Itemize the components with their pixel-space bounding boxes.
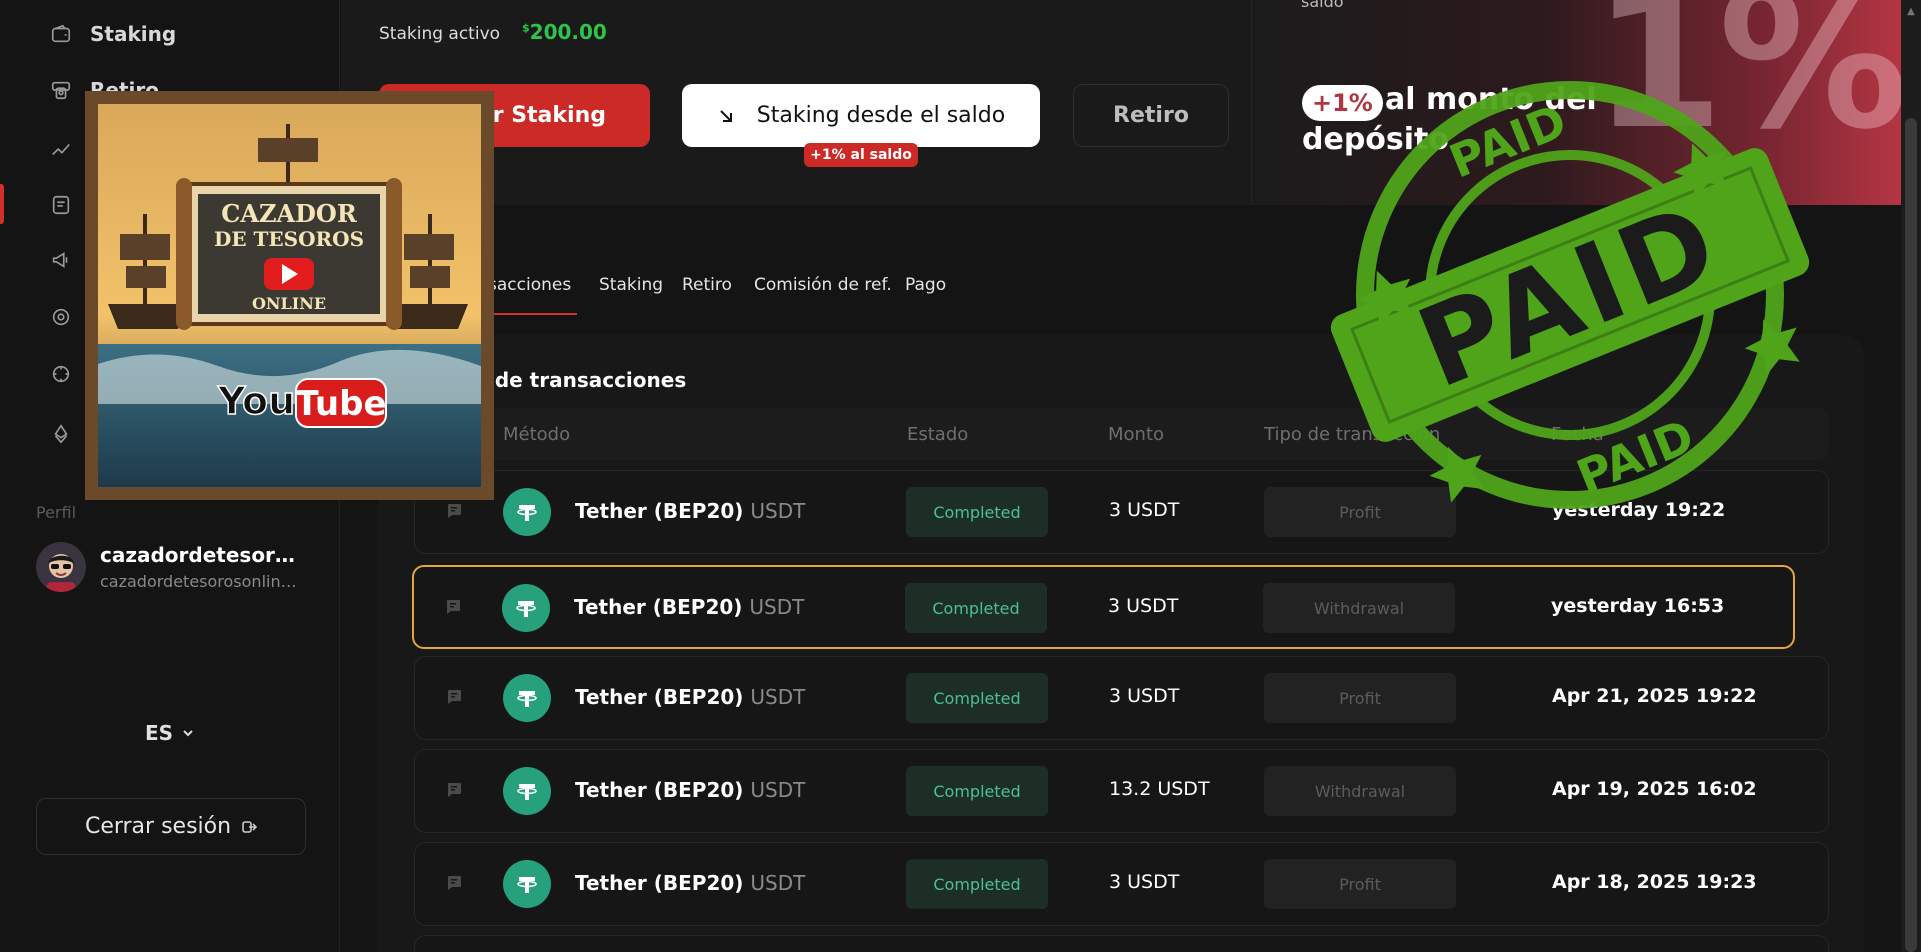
status-badge: Completed [906,859,1048,909]
table-row-partial[interactable] [414,935,1829,952]
method-cell: Tether (BEP20) USDT [575,499,806,523]
logout-button[interactable]: Cerrar sesión [36,798,306,855]
amount-cell: 3 USDT [1109,871,1180,893]
tab-transactions[interactable]: sacciones [488,275,571,295]
youtube-logo-you: You [217,379,295,423]
tab-withdraw[interactable]: Retiro [682,275,732,295]
sidebar-item-label: Staking [90,22,177,46]
youtube-thumbnail[interactable]: CAZADOR DE TESOROS ONLINE You Tube [85,91,494,500]
tether-icon [503,488,551,536]
thumbnail-line1: CAZADOR [221,199,358,228]
profile-email: cazadordetesorosonline... [100,572,305,591]
settings-icon[interactable] [50,363,72,385]
status-badge: Completed [906,487,1048,537]
tether-icon [503,860,551,908]
promo-top-text: saldo [1301,0,1344,11]
thumbnail-line2: DE TESOROS [214,227,364,251]
type-badge: Withdrawal [1264,766,1456,816]
date-cell: Apr 21, 2025 19:22 [1552,685,1757,707]
stake-from-balance-button[interactable]: Staking desde el saldo [682,84,1040,147]
active-staking-label: Staking activo [379,24,501,44]
message-icon[interactable] [446,689,462,705]
balance-bonus-badge: +1% al saldo [804,143,918,167]
message-icon[interactable] [446,875,462,891]
column-header-status: Estado [907,424,969,445]
method-cell: Tether (BEP20) USDT [575,685,806,709]
wallet-icon [50,23,72,45]
amount-cell: 3 USDT [1108,595,1179,617]
type-badge: Profit [1264,859,1456,909]
scroll-up-arrow[interactable]: ▲ [1905,6,1917,17]
profile-label: Perfil [36,503,77,522]
message-icon[interactable] [446,782,462,798]
table-row[interactable]: Tether (BEP20) USDT Completed 13.2 USDT … [414,749,1829,833]
target-icon[interactable] [50,306,72,328]
logout-label: Cerrar sesión [84,814,232,839]
type-badge: Profit [1264,673,1456,723]
language-value: ES [145,721,174,745]
logout-icon [242,820,258,833]
table-row-highlighted[interactable]: Tether (BEP20) USDT Completed 3 USDT Wit… [412,565,1795,649]
tab-staking[interactable]: Staking [599,275,663,295]
amount-cell: 13.2 USDT [1109,778,1210,800]
paid-stamp: PAID PAID PAID [1330,81,1810,509]
method-cell: Tether (BEP20) USDT [575,871,806,895]
column-header-amount: Monto [1108,424,1165,445]
date-cell: Apr 19, 2025 16:02 [1552,778,1757,800]
status-badge: Completed [906,766,1048,816]
youtube-logo-tube: Tube [295,384,386,424]
tether-icon [503,767,551,815]
tether-icon [502,584,550,632]
date-cell: Apr 18, 2025 19:23 [1552,871,1757,893]
amount-cell: 3 USDT [1109,499,1180,521]
stake-from-balance-label: Staking desde el saldo [756,103,1006,128]
type-badge: Withdrawal [1263,583,1455,633]
ethereum-icon[interactable] [50,423,72,445]
status-badge: Completed [905,583,1047,633]
amount-cell: 3 USDT [1109,685,1180,707]
active-staking-value: $200.00 [522,20,607,44]
scrollbar-thumb[interactable] [1905,118,1917,952]
sidebar-item-staking[interactable]: Staking [50,22,176,46]
avatar[interactable] [36,542,86,592]
app-root: Staking Retiro Perfil cazadordetesoros c… [0,0,1921,952]
method-cell: Tether (BEP20) USDT [575,778,806,802]
language-selector[interactable]: ES [145,721,195,745]
tab-referral-commission[interactable]: Comisión de ref. [754,275,892,295]
table-row[interactable]: Tether (BEP20) USDT Completed 3 USDT Pro… [414,656,1829,740]
withdraw-button[interactable]: Retiro [1073,84,1229,147]
withdraw-icon [50,79,72,101]
message-icon[interactable] [445,599,461,615]
megaphone-icon[interactable] [50,249,72,271]
arrow-down-right-icon [720,109,732,122]
chart-icon[interactable] [50,138,72,160]
date-cell: yesterday 16:53 [1551,595,1725,617]
tether-icon [503,674,551,722]
method-cell: Tether (BEP20) USDT [574,595,805,619]
thumbnail-line3: ONLINE [252,294,326,313]
profile-name[interactable]: cazadordetesoroso... [100,543,305,567]
transactions-title: l de transacciones [481,368,687,392]
chevron-down-icon [183,730,193,737]
message-icon[interactable] [446,503,462,519]
table-row[interactable]: Tether (BEP20) USDT Completed 3 USDT Pro… [414,842,1829,926]
history-icon[interactable] [50,194,72,216]
status-badge: Completed [906,673,1048,723]
active-indicator [0,184,4,224]
column-header-method: Método [503,424,571,445]
tab-payment[interactable]: Pago [905,275,946,295]
